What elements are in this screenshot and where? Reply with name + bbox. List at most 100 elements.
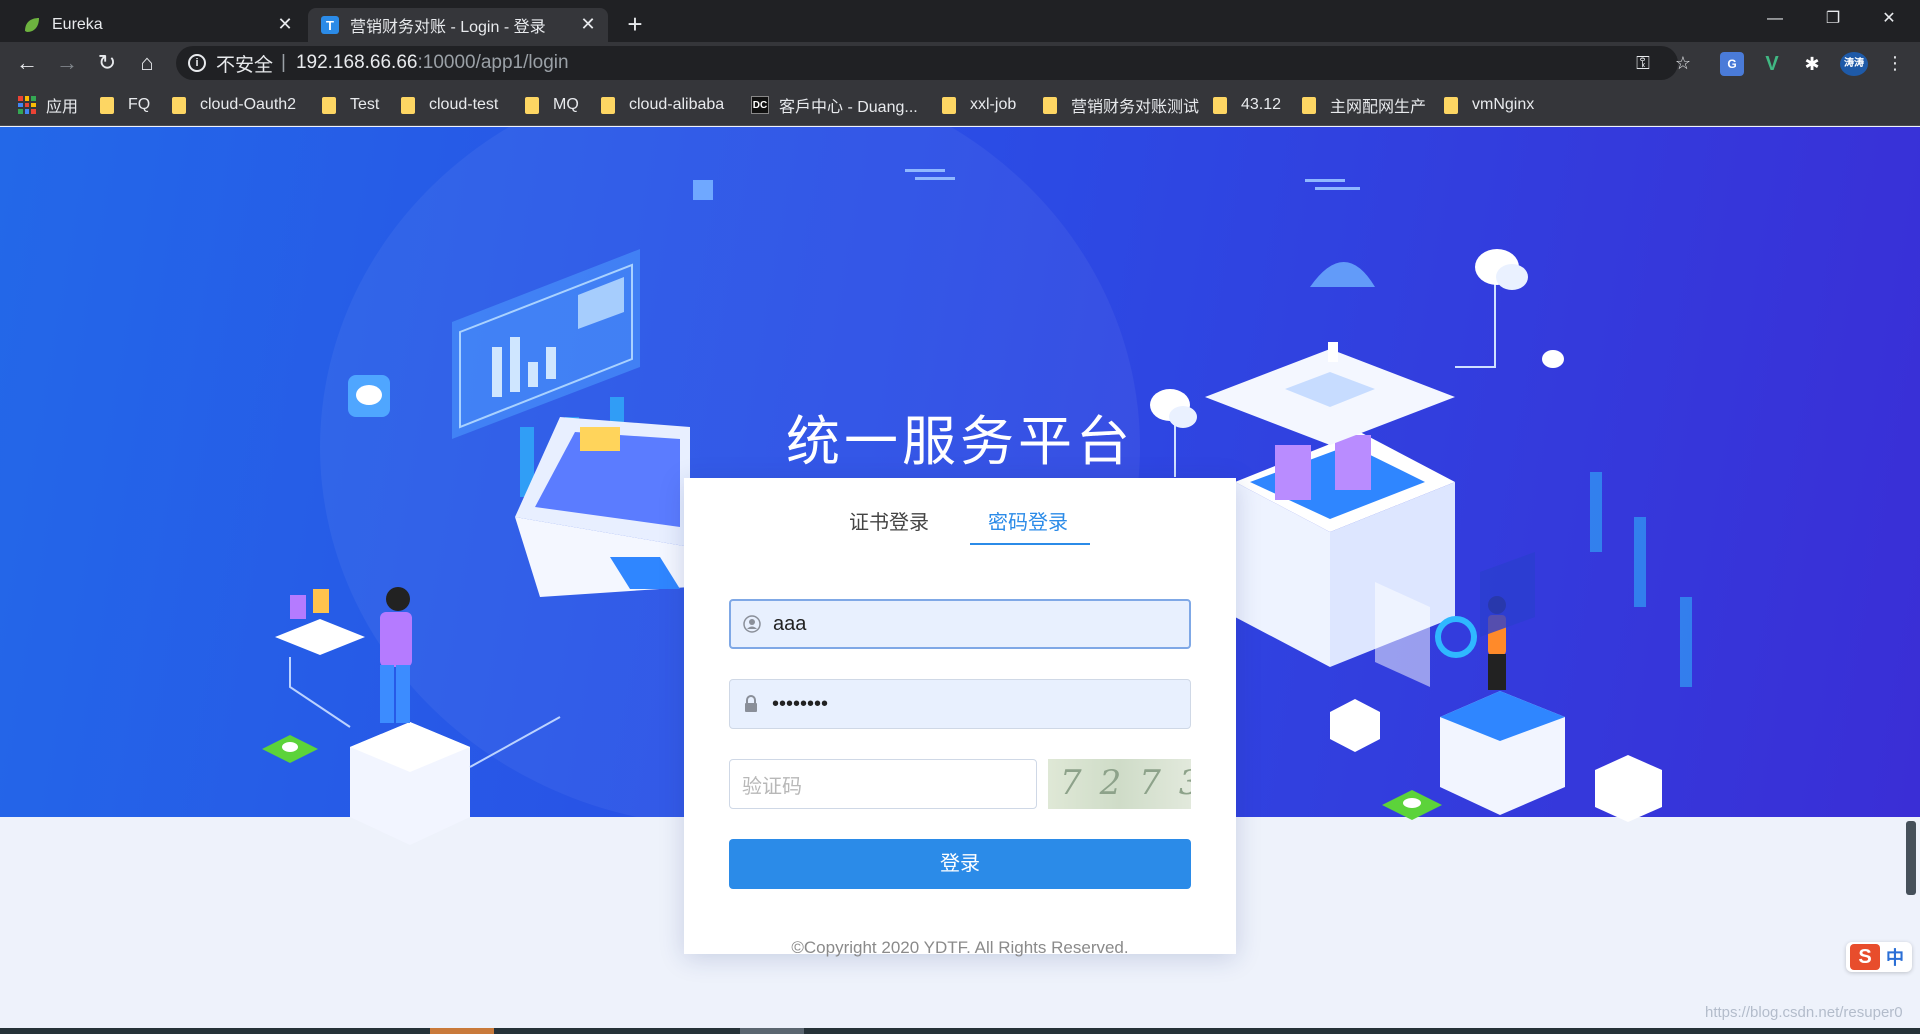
bookmark-label: MQ — [553, 96, 579, 113]
bookmark-label: cloud-test — [429, 96, 499, 113]
side-scrollbar[interactable] — [1906, 821, 1916, 895]
bookmark-folder[interactable]: MQ — [525, 84, 579, 126]
captcha-image[interactable]: 7273 — [1048, 759, 1191, 809]
extensions-icon[interactable]: ✱ — [1800, 52, 1824, 76]
captcha-text: 7273 — [1060, 763, 1191, 803]
tab-login[interactable]: T 营销财务对账 - Login - 登录 ✕ — [308, 8, 608, 42]
sky-decoration — [693, 169, 1360, 200]
menu-icon[interactable]: ⋮ — [1880, 46, 1910, 80]
browser-tab-bar: Eureka ✕ T 营销财务对账 - Login - 登录 ✕ + — ❐ ✕ — [0, 0, 1920, 42]
browser-toolbar: ← → ↻ ⌂ i 不安全 | 192.168.66.66 :10000/app… — [0, 42, 1920, 84]
folder-icon — [322, 96, 336, 114]
tab-title: 营销财务对账 - Login - 登录 — [350, 19, 546, 36]
reload-icon[interactable]: ↻ — [92, 48, 122, 78]
apps-grid-icon — [18, 96, 36, 114]
bookmark-label: cloud-Oauth2 — [200, 96, 297, 113]
watermark-text: https://blog.csdn.net/resuper0 — [1705, 1004, 1903, 1021]
close-tab-icon[interactable]: ✕ — [275, 14, 295, 34]
folder-icon — [172, 96, 186, 114]
folder-icon — [1213, 96, 1227, 114]
folder-icon — [401, 96, 415, 114]
password-value: •••••••• — [772, 692, 829, 715]
bookmark-folder[interactable]: 主网配网生产 — [1302, 84, 1426, 126]
folder-icon — [100, 96, 114, 114]
user-icon — [743, 615, 761, 633]
bookmark-folder[interactable]: cloud-Oauth2 — [172, 84, 296, 126]
login-page: 统一服务平台 证书登录 密码登录 aaa •••••••• 验证码 7273 登… — [0, 127, 1920, 1034]
taskbar-strip — [0, 1028, 1920, 1034]
tab-eureka[interactable]: Eureka ✕ — [10, 8, 305, 42]
bookmark-label: vmNginx — [1472, 96, 1535, 113]
security-label: 不安全 — [216, 54, 274, 76]
bookmark-folder[interactable]: cloud-test — [401, 84, 498, 126]
svg-text:T: T — [326, 18, 334, 33]
url-host: 192.168.66.66 — [295, 52, 418, 73]
active-tab-indicator — [970, 543, 1090, 545]
taskbar-item[interactable] — [430, 1028, 494, 1034]
login-button[interactable]: 登录 — [729, 839, 1191, 889]
laptop-illustration — [515, 417, 690, 597]
chat-bubble-illustration — [348, 375, 390, 417]
address-separator: | — [281, 52, 286, 73]
bookmark-folder[interactable]: vmNginx — [1444, 84, 1534, 126]
new-tab-button[interactable]: + — [618, 8, 652, 42]
login-card: 证书登录 密码登录 aaa •••••••• 验证码 7273 登录 ©Copy… — [684, 478, 1236, 957]
info-icon[interactable]: i — [188, 54, 206, 72]
spring-leaf-icon — [22, 15, 42, 35]
bookmark-folder[interactable]: cloud-alibaba — [601, 84, 724, 126]
username-field[interactable]: aaa — [729, 599, 1191, 649]
platform-title: 统一服务平台 — [786, 410, 1134, 473]
profile-avatar[interactable]: 涛涛 — [1840, 52, 1868, 76]
bookmark-folder[interactable]: 43.12 — [1213, 84, 1281, 126]
username-value: aaa — [773, 612, 807, 635]
bookmark-apps[interactable]: 应用 — [18, 84, 78, 126]
t-favicon-icon: T — [320, 15, 340, 35]
bookmark-duang[interactable]: DC 客戶中心 - Duang... — [751, 84, 918, 126]
dc-favicon-icon: DC — [751, 96, 769, 114]
lock-icon — [742, 695, 760, 713]
password-field[interactable]: •••••••• — [729, 679, 1191, 729]
ime-mode-label: 中 — [1886, 948, 1904, 968]
home-icon[interactable]: ⌂ — [132, 48, 162, 78]
taskbar-item[interactable] — [740, 1028, 804, 1034]
person-illustration — [275, 587, 561, 845]
translate-icon[interactable]: G — [1720, 52, 1744, 76]
bookmark-label: 43.12 — [1241, 96, 1282, 113]
folder-icon — [1444, 96, 1458, 114]
sogou-logo-icon: S — [1850, 944, 1880, 970]
vue-devtools-icon[interactable]: V — [1760, 52, 1784, 76]
captcha-placeholder: 验证码 — [742, 775, 802, 798]
close-tab-icon[interactable]: ✕ — [578, 14, 598, 34]
folder-icon — [525, 96, 539, 114]
address-bar[interactable]: i 不安全 | 192.168.66.66 :10000/app1/login — [176, 46, 1678, 80]
light-bar-illustration — [1590, 472, 1692, 687]
tab-certificate-login[interactable]: 证书登录 — [849, 506, 929, 535]
close-window-icon[interactable]: ✕ — [1866, 2, 1912, 36]
bookmark-folder[interactable]: 营销财务对账测试 — [1043, 84, 1199, 126]
forward-icon[interactable]: → — [52, 48, 82, 78]
bookmark-folder[interactable]: FQ — [100, 84, 150, 126]
folder-icon — [1302, 96, 1316, 114]
star-icon[interactable]: ☆ — [1668, 46, 1698, 80]
bookmark-label: 应用 — [46, 99, 79, 116]
restore-icon[interactable]: ❐ — [1810, 2, 1856, 36]
bookmarks-bar: 应用 FQ cloud-Oauth2 Test cloud-test MQ cl… — [0, 84, 1920, 126]
bookmark-folder[interactable]: Test — [322, 84, 379, 126]
ime-indicator[interactable]: S 中 — [1846, 942, 1912, 972]
bookmark-label: cloud-alibaba — [629, 96, 725, 113]
bookmark-label: xxl-job — [970, 96, 1017, 113]
tab-password-login[interactable]: 密码登录 — [988, 506, 1068, 535]
folder-icon — [601, 96, 615, 114]
copyright-text: ©Copyright 2020 YDTF. All Rights Reserve… — [791, 938, 1129, 957]
captcha-input[interactable]: 验证码 — [729, 759, 1037, 809]
folder-icon — [942, 96, 956, 114]
bookmark-folder[interactable]: xxl-job — [942, 84, 1016, 126]
back-icon[interactable]: ← — [12, 48, 42, 78]
bookmark-label: 客戶中心 - Duang... — [779, 99, 918, 116]
bookmark-label: FQ — [128, 96, 151, 113]
bookmark-label: Test — [350, 96, 380, 113]
analyst-illustration — [1330, 552, 1662, 822]
key-icon[interactable]: ⚿ — [1628, 46, 1658, 80]
url-path: :10000/app1/login — [417, 52, 569, 73]
minimize-icon[interactable]: — — [1752, 2, 1798, 36]
